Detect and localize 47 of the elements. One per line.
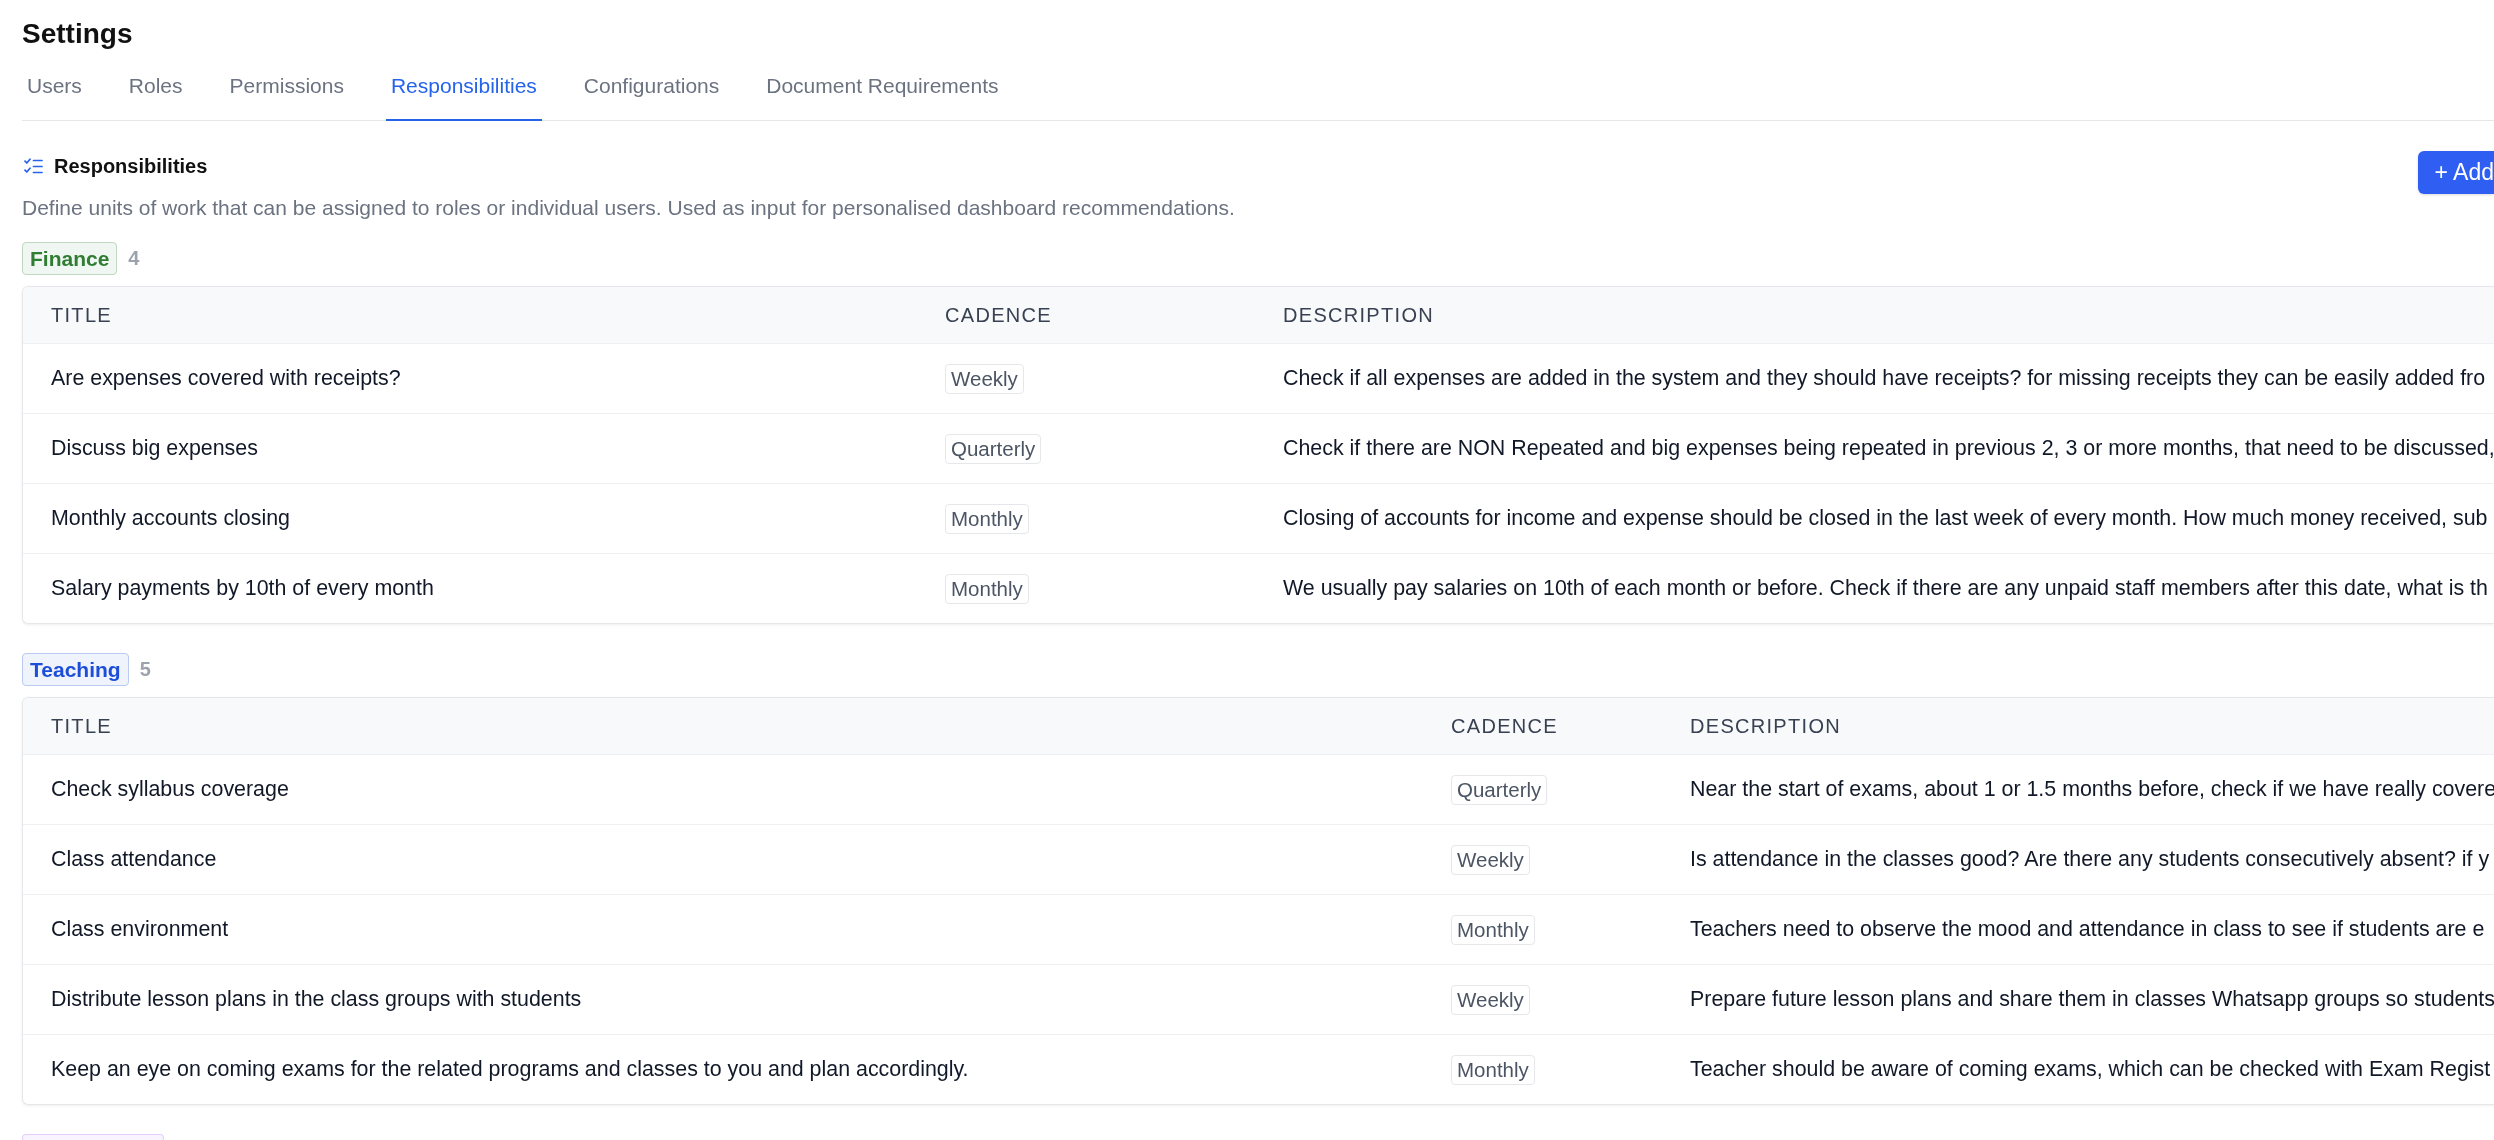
column-header: TITLE [51,303,112,327]
checklist-icon [24,157,43,175]
cadence-tag: Monthly [1451,914,1535,945]
cadence-tag: Monthly [1451,1054,1535,1085]
table-cell: Is attendance in the classes good? Are there any students consecutively absent? if y [1690,847,2490,872]
column-header: CADENCE [1451,714,1558,738]
section-title: Responsibilities [54,154,208,179]
tab[interactable]: Users [22,53,87,121]
table-cell: Check if there are NON Repeated and big expenses being repeated in previous 2, 3 or more months, that need to be discussed, [1283,436,2494,461]
cadence-tag: Quarterly [1451,774,1548,805]
table-cell: Prepare future lesson plans and share them in classes Whatsapp groups so students [1690,987,2494,1012]
tab[interactable]: Roles [123,53,188,121]
table-cell: Check syllabus coverage [51,777,289,802]
cadence-tag: Weekly [945,363,1024,394]
table-cell: Keep an eye on coming exams for the related programs and classes to you and plan accordingly. [51,1057,969,1082]
tab[interactable]: Document Requirements [761,53,1004,121]
table-cell: Closing of accounts for income and expense should be closed in the last week of every month. How much money received, sub [1283,506,2488,531]
section-description: Define units of work that can be assigned to roles or individual users. Used as input for personalised dashboard recommendations. [22,195,1235,221]
table-cell: We usually pay salaries on 10th of each month or before. Check if there are any unpaid staff members after this date, what is th [1283,576,2488,601]
tab[interactable]: Permissions [224,53,349,121]
tab[interactable]: Configurations [578,53,725,121]
table-cell: Discuss big expenses [51,436,258,461]
table-cell: Teachers need to observe the mood and attendance in class to see if students are e [1690,917,2485,942]
page-title: Settings [22,17,133,51]
table-cell: Check if all expenses are added in the system and they should have receipts? for missing receipts they can be easily added fro [1283,366,2486,391]
column-header: DESCRIPTION [1283,303,1434,327]
add-button[interactable]: + Add [2417,151,2494,194]
table-cell: Distribute lesson plans in the class groups with students [51,987,582,1012]
group-tag: Teaching [22,653,129,686]
column-header: DESCRIPTION [1690,714,1841,738]
column-header: TITLE [51,714,112,738]
cadence-tag: Weekly [1451,984,1530,1015]
cadence-tag: Monthly [945,503,1029,534]
group-tag: Finance [22,242,118,275]
group-count: 4 [128,246,140,271]
table-cell: Class environment [51,917,229,942]
table-cell: Salary payments by 10th of every month [51,576,434,601]
cadence-tag: Weekly [1451,844,1530,875]
column-header: CADENCE [945,303,1052,327]
table-cell: Monthly accounts closing [51,506,290,531]
table-cell: Are expenses covered with receipts? [51,366,401,391]
table-cell: Teacher should be aware of coming exams, which can be checked with Exam Regist [1690,1057,2491,1082]
cadence-tag: Monthly [945,573,1029,604]
group-count: 5 [139,657,151,682]
tab[interactable]: Responsibilities [385,53,542,121]
table-cell: Class attendance [51,847,217,872]
cadence-tag: Quarterly [945,433,1042,464]
